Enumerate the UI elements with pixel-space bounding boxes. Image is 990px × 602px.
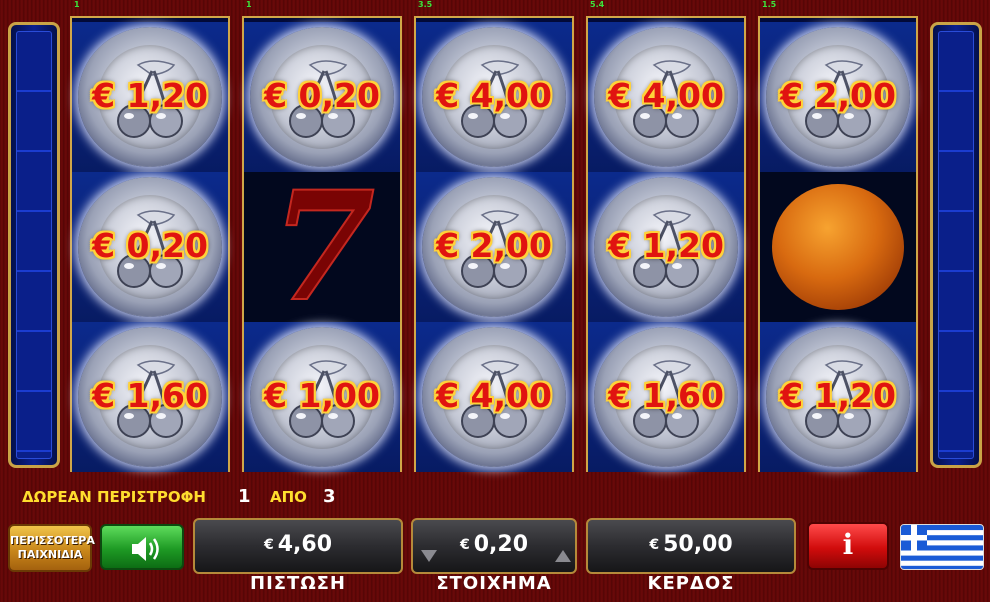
prize-value: € 4,00 bbox=[436, 376, 552, 415]
reel-4-symbol-1: € 4,00 bbox=[588, 22, 744, 172]
speaker-icon bbox=[132, 537, 159, 561]
win-label: ΚΕΡΔΟΣ bbox=[647, 573, 735, 594]
prize-value: € 0,20 bbox=[264, 76, 380, 115]
balance-currency: € bbox=[263, 537, 274, 553]
win-display: €50,00 bbox=[586, 518, 796, 574]
sound-button[interactable] bbox=[100, 524, 184, 570]
reel-5-symbol-2 bbox=[760, 172, 916, 322]
prize-value: € 0,20 bbox=[92, 226, 208, 265]
prize-value: € 1,20 bbox=[780, 376, 896, 415]
win-value: 50,00 bbox=[663, 532, 733, 557]
reel-1: € 1,20 € 0,20 € 1,60 bbox=[70, 16, 230, 472]
free-spin-label: ΔΩΡΕΑΝ ΠΕΡΙΣΤΡΟΦΗ bbox=[22, 488, 206, 506]
prize-value: € 4,00 bbox=[608, 76, 724, 115]
bet-display: €0,20 bbox=[411, 518, 577, 574]
right-side-panel bbox=[930, 22, 982, 468]
reel-counter-4: 5.4 bbox=[590, 0, 605, 9]
left-side-panel bbox=[8, 22, 60, 468]
more-games-label-line2: ΠΑΙΧΝΙΔΙΑ bbox=[17, 548, 83, 561]
reel-3-symbol-3: € 4,00 bbox=[416, 322, 572, 472]
info-icon: i bbox=[842, 528, 854, 561]
seven-symbol-icon: 7 bbox=[270, 159, 376, 335]
free-spin-of-label: ΑΠΟ bbox=[270, 488, 307, 506]
more-games-button[interactable]: ΠΕΡΙΣΣΟΤΕΡΑ ΠΑΙΧΝΙΔΙΑ bbox=[8, 524, 95, 572]
prize-value: € 1,60 bbox=[608, 376, 724, 415]
balance-label: ΠΙΣΤΩΣΗ bbox=[250, 573, 346, 594]
reel-3-symbol-2: € 2,00 bbox=[416, 172, 572, 322]
info-button[interactable]: i bbox=[807, 522, 889, 570]
reel-4: € 4,00 € 1,20 € 1,60 bbox=[586, 16, 746, 472]
reel-2-symbol-3: € 1,00 bbox=[244, 322, 400, 472]
bet-increase-arrow-icon[interactable] bbox=[555, 550, 571, 562]
reel-counter-1: 1 bbox=[74, 0, 80, 9]
prize-value: € 1,20 bbox=[92, 76, 208, 115]
reel-2: € 0,20 7 € 1,00 bbox=[242, 16, 402, 472]
reel-1-symbol-1: € 1,20 bbox=[72, 22, 228, 172]
reel-4-symbol-2: € 1,20 bbox=[588, 172, 744, 322]
reel-3-symbol-1: € 4,00 bbox=[416, 22, 572, 172]
free-spin-current: 1 bbox=[238, 486, 251, 507]
reel-4-symbol-3: € 1,60 bbox=[588, 322, 744, 472]
balance-display: €4,60 bbox=[193, 518, 403, 574]
reel-2-symbol-2: 7 bbox=[244, 159, 400, 335]
reel-counter-5: 1.5 bbox=[762, 0, 777, 9]
reel-counter-3: 3.5 bbox=[418, 0, 433, 9]
prize-value: € 1,60 bbox=[92, 376, 208, 415]
prize-value: € 1,20 bbox=[608, 226, 724, 265]
reel-2-symbol-1: € 0,20 bbox=[244, 22, 400, 172]
greek-flag-icon bbox=[901, 525, 983, 569]
bet-label: ΣΤΟΙΧΗΜΑ bbox=[436, 573, 552, 594]
reel-counter-2: 1 bbox=[246, 0, 252, 9]
free-spin-total: 3 bbox=[323, 486, 336, 507]
prize-value: € 2,00 bbox=[780, 76, 896, 115]
orange-symbol-icon bbox=[772, 184, 904, 310]
prize-value: € 2,00 bbox=[436, 226, 552, 265]
reel-3: € 4,00 € 2,00 € 4,00 bbox=[414, 16, 574, 472]
top-counter-bar: 1 1 3.5 5.4 1.5 bbox=[0, 0, 990, 14]
win-currency: € bbox=[649, 537, 660, 553]
bet-currency: € bbox=[459, 537, 470, 553]
bet-value: 0,20 bbox=[473, 532, 529, 557]
language-button[interactable] bbox=[900, 524, 984, 570]
more-games-label-line1: ΠΕΡΙΣΣΟΤΕΡΑ bbox=[10, 534, 95, 547]
reel-5-symbol-3: € 1,20 bbox=[760, 322, 916, 472]
prize-value: € 4,00 bbox=[436, 76, 552, 115]
prize-value: € 1,00 bbox=[264, 376, 380, 415]
reel-5-symbol-1: € 2,00 bbox=[760, 22, 916, 172]
reel-1-symbol-2: € 0,20 bbox=[72, 172, 228, 322]
balance-value: 4,60 bbox=[277, 532, 333, 557]
reel-1-symbol-3: € 1,60 bbox=[72, 322, 228, 472]
reel-5: € 2,00 € 1,20 bbox=[758, 16, 918, 472]
